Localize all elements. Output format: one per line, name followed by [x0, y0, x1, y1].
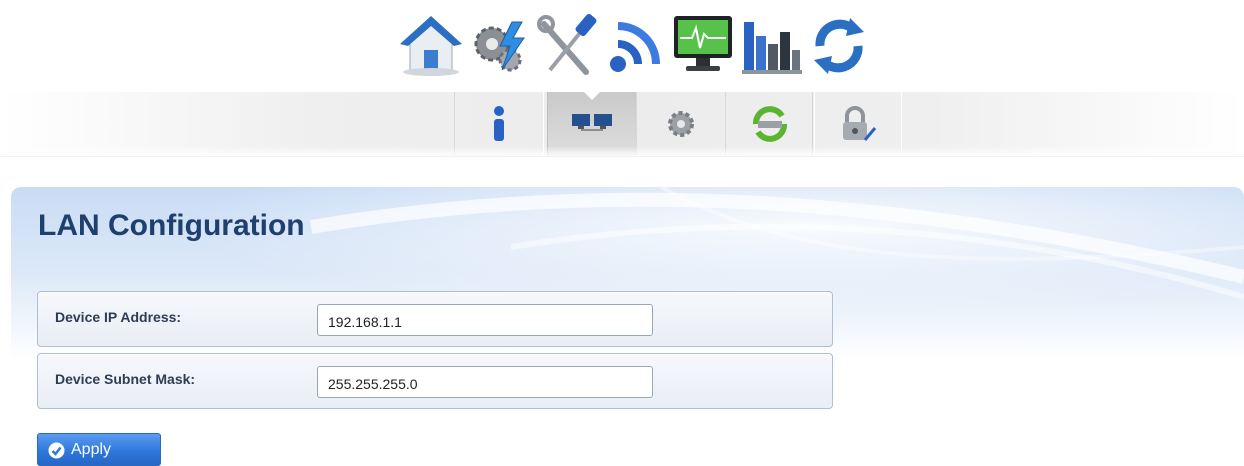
top-navigation — [0, 0, 1244, 92]
apply-label: Apply — [71, 441, 112, 458]
ip-address-input[interactable] — [317, 304, 653, 336]
lan-configuration-panel: LAN Configuration Device IP Address: Dev… — [11, 187, 1244, 466]
monitor-icon[interactable] — [670, 10, 736, 80]
network-computers-icon — [572, 114, 612, 131]
active-tab-notch — [584, 92, 600, 100]
subnet-mask-label: Device Subnet Mask: — [55, 371, 196, 387]
tab-lan-configuration[interactable] — [547, 92, 637, 156]
checkmark-icon — [48, 442, 65, 459]
sub-navigation — [0, 92, 1244, 157]
home-icon[interactable] — [398, 10, 464, 80]
info-icon — [494, 106, 504, 141]
tab-device-info[interactable] — [454, 92, 544, 156]
gears-lightning-icon[interactable] — [466, 10, 532, 80]
gear-icon — [668, 111, 694, 137]
apply-button[interactable]: Apply — [37, 433, 161, 466]
tools-icon[interactable] — [534, 10, 600, 80]
refresh-icon[interactable] — [806, 10, 872, 80]
tab-upgrade[interactable] — [725, 92, 815, 156]
lock-icon — [843, 106, 877, 141]
wireless-icon[interactable] — [602, 10, 668, 80]
subnet-mask-input[interactable] — [317, 366, 653, 398]
ip-address-row: Device IP Address: — [37, 291, 833, 347]
tab-security[interactable] — [812, 92, 902, 156]
sync-icon — [753, 106, 787, 142]
page-title: LAN Configuration — [38, 209, 305, 242]
subnet-mask-row: Device Subnet Mask: — [37, 353, 833, 409]
ip-address-label: Device IP Address: — [55, 309, 182, 325]
tab-settings[interactable] — [636, 92, 726, 156]
bar-chart-icon[interactable] — [738, 10, 804, 80]
